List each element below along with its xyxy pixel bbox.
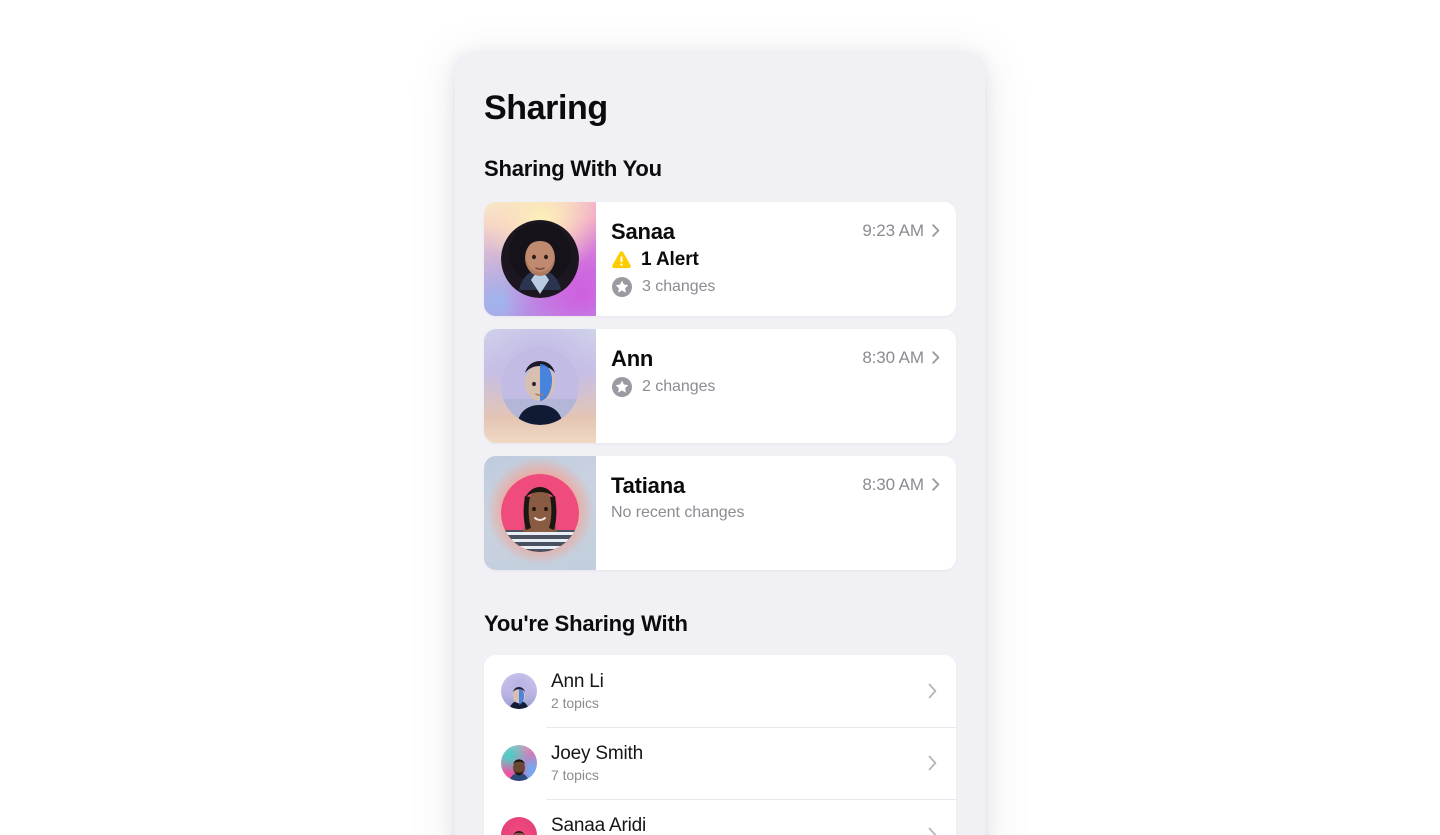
chevron-right-icon[interactable]	[932, 478, 940, 491]
star-badge-icon	[611, 376, 633, 398]
share-card-changes-row: 2 changes	[611, 376, 956, 398]
share-card-changes-label: 2 changes	[642, 377, 716, 395]
share-card[interactable]: Ann 2 changes 8:30 AM	[484, 328, 956, 443]
list-item-subtitle: 7 topics	[551, 766, 599, 783]
avatar-photo-tatiana	[484, 455, 596, 570]
share-card-changes-label: No recent changes	[611, 503, 745, 521]
share-card-time: 8:30 AM	[862, 474, 924, 494]
page-title: Sharing	[484, 89, 608, 127]
list-item-text: Ann Li 2 topics	[551, 671, 928, 711]
share-card-changes-row: 3 changes	[611, 276, 956, 298]
share-card[interactable]: Sanaa 1 Alert 3 changes 9:23 AM	[484, 201, 956, 316]
share-card-changes-label: 3 changes	[642, 277, 716, 295]
youre-sharing-with-list: Ann Li 2 topics Joey Smith 7 topics Sana…	[484, 654, 956, 835]
section-heading-youre-sharing-with: You're Sharing With	[484, 610, 688, 636]
share-card-alert-label: 1 Alert	[641, 248, 699, 270]
star-badge-icon	[611, 276, 633, 298]
avatar-image	[501, 473, 579, 552]
avatar-photo-sanaa	[484, 201, 596, 316]
list-item-name: Joey Smith	[551, 742, 643, 764]
list-item[interactable]: Ann Li 2 topics	[484, 655, 956, 727]
list-item-subtitle: 2 topics	[551, 694, 599, 711]
avatar-photo-sanaa-aridi	[501, 816, 537, 835]
section-heading-sharing-with-you: Sharing With You	[484, 156, 662, 182]
warning-triangle-icon	[611, 250, 632, 269]
list-item-text: Sanaa Aridi 5 topics	[551, 815, 928, 835]
share-card-meta: 9:23 AM	[862, 221, 940, 241]
list-item-name: Ann Li	[551, 670, 604, 692]
share-card-alert-row: 1 Alert	[611, 249, 956, 271]
screen: Sharing Sharing With You Sanaa 1 Alert 3…	[0, 0, 1440, 835]
avatar-photo-ann-li	[501, 672, 537, 709]
list-item-name: Sanaa Aridi	[551, 814, 646, 835]
share-card[interactable]: Tatiana No recent changes 8:30 AM	[484, 455, 956, 570]
sharing-panel: Sharing Sharing With You Sanaa 1 Alert 3…	[455, 52, 985, 835]
share-card-meta: 8:30 AM	[862, 348, 940, 368]
avatar-image	[501, 219, 579, 298]
avatar-photo-ann	[484, 328, 596, 443]
sharing-with-you-card-list: Sanaa 1 Alert 3 changes 9:23 AM Ann 2 ch…	[484, 201, 956, 570]
chevron-right-icon[interactable]	[932, 351, 940, 364]
share-card-time: 8:30 AM	[862, 347, 924, 367]
share-card-body: Ann 2 changes	[596, 329, 956, 443]
panel-content: Sharing Sharing With You Sanaa 1 Alert 3…	[455, 89, 985, 835]
chevron-right-icon[interactable]	[932, 224, 940, 237]
share-card-body: Sanaa 1 Alert 3 changes	[596, 202, 956, 316]
chevron-right-icon[interactable]	[928, 827, 938, 835]
avatar-image	[501, 346, 579, 425]
share-card-body: Tatiana No recent changes	[596, 456, 956, 570]
share-card-time: 9:23 AM	[862, 220, 924, 240]
list-item[interactable]: Joey Smith 7 topics	[484, 726, 956, 799]
share-card-meta: 8:30 AM	[862, 475, 940, 495]
list-item[interactable]: Sanaa Aridi 5 topics	[484, 798, 956, 835]
chevron-right-icon[interactable]	[928, 755, 938, 771]
chevron-right-icon[interactable]	[928, 683, 938, 699]
avatar-photo-joey-smith	[501, 744, 537, 781]
list-item-text: Joey Smith 7 topics	[551, 743, 928, 783]
